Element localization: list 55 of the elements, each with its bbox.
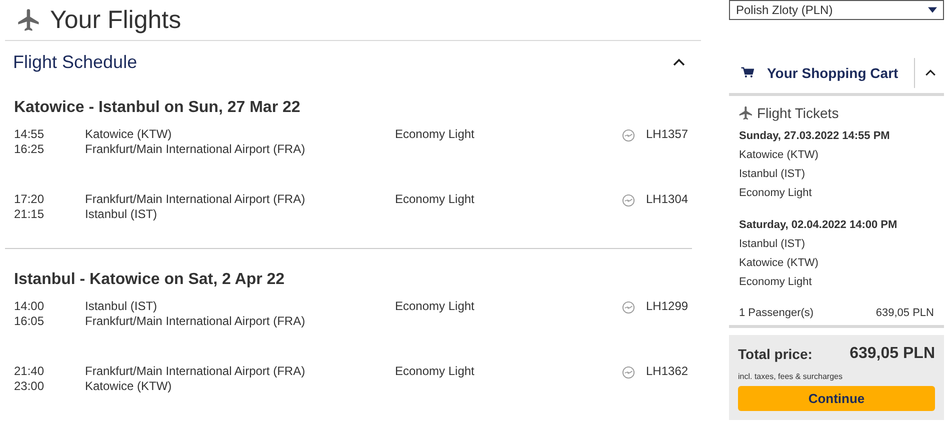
departure-time: 17:20 <box>14 192 44 207</box>
departure-airport: Frankfurt/Main International Airport (FRA) <box>85 192 306 207</box>
arrival-airport: Katowice (KTW) <box>85 379 172 394</box>
arrival-airport: Istanbul (IST) <box>85 207 158 222</box>
caret-icon <box>928 7 937 13</box>
crane-logo-icon <box>622 366 635 379</box>
ticket-date: Sunday, 27.03.2022 14:55 PM <box>739 129 890 143</box>
chevron-icon[interactable] <box>673 58 685 66</box>
journey-heading: Istanbul - Katowice on Sat, 2 Apr 22 <box>14 271 286 289</box>
airplane-icon <box>738 105 754 121</box>
currency-dropdown[interactable]: Polish Zloty (PLN) <box>729 0 944 20</box>
price-note: incl. taxes, fees & surcharges <box>738 372 844 381</box>
total-label: Total price: <box>738 346 812 362</box>
fare-class: Economy Light <box>395 299 474 313</box>
departure-airport: Istanbul (IST) <box>85 299 158 314</box>
arrival-time: 21:15 <box>14 207 44 222</box>
arrival-airport: Istanbul (IST) <box>739 167 806 181</box>
journey-heading: Katowice - Istanbul on Sun, 27 Mar 22 <box>14 99 302 117</box>
flight-number: LH1357 <box>646 127 688 142</box>
arrival-airport: Frankfurt/Main International Airport (FRA) <box>85 142 306 157</box>
cart-title: Your Shopping Cart <box>767 64 898 80</box>
total-price: 639,05 PLN <box>850 345 935 363</box>
crane-logo-icon <box>622 129 635 142</box>
departure-airport: Istanbul (IST) <box>739 237 806 251</box>
continue-button[interactable]: Continue <box>738 386 935 411</box>
departure-airport: Frankfurt/Main International Airport (FRA) <box>85 364 306 379</box>
departure-time: 14:00 <box>14 299 44 314</box>
fare-class: Economy Light <box>739 275 812 289</box>
cart-icon <box>741 67 754 78</box>
crane-logo-icon <box>622 194 635 207</box>
departure-time: 14:55 <box>14 127 44 142</box>
section-title: Flight Tickets <box>757 105 839 121</box>
section-title: Flight Schedule <box>13 52 138 72</box>
arrival-airport: Katowice (KTW) <box>739 256 818 270</box>
flight-number: LH1304 <box>646 192 688 207</box>
fare-class: Economy Light <box>395 127 474 141</box>
chevron-icon[interactable] <box>925 69 936 76</box>
crane-logo-icon <box>622 301 635 314</box>
fare-class: Economy Light <box>395 364 474 378</box>
ticket-date: Saturday, 02.04.2022 14:00 PM <box>739 218 898 232</box>
departure-airport: Katowice (KTW) <box>85 127 172 142</box>
fare-class: Economy Light <box>739 186 812 200</box>
flight-number: LH1299 <box>646 299 688 314</box>
passenger-count: 1 Passenger(s) <box>739 307 814 319</box>
arrival-time: 16:25 <box>14 142 44 157</box>
airplane-icon <box>16 7 42 33</box>
page-title: Your Flights <box>50 6 182 34</box>
passenger-price: 639,05 PLN <box>876 307 934 319</box>
fare-class: Economy Light <box>395 192 474 206</box>
arrival-time: 23:00 <box>14 379 44 394</box>
arrival-airport: Frankfurt/Main International Airport (FRA) <box>85 314 306 329</box>
departure-airport: Katowice (KTW) <box>739 148 818 162</box>
flight-number: LH1362 <box>646 364 688 379</box>
arrival-time: 16:05 <box>14 314 44 329</box>
departure-time: 21:40 <box>14 364 44 379</box>
